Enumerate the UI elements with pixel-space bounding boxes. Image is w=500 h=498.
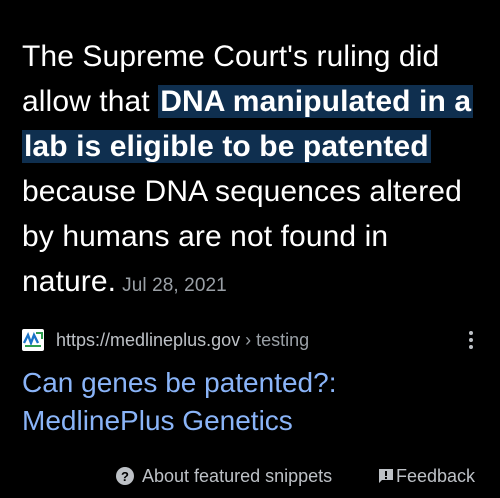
source-url: https://medlineplus.gov xyxy=(56,329,241,350)
source-row: https://medlineplus.gov › testing xyxy=(22,328,482,352)
source-breadcrumb: › testing xyxy=(240,329,310,350)
result-title-line1: Can genes be patented?: xyxy=(22,367,337,398)
snippet-text: The Supreme Court's ruling did allow tha… xyxy=(22,34,482,308)
feedback-icon xyxy=(378,468,394,484)
about-label: About featured snippets xyxy=(142,465,333,486)
snippet-footer: ? About featured snippets Feedback xyxy=(0,462,500,490)
medlineplus-icon xyxy=(22,329,44,351)
feedback-label: Feedback xyxy=(396,465,476,486)
snippet-date: Jul 28, 2021 xyxy=(122,275,227,296)
help-circle-icon: ? xyxy=(116,467,134,485)
featured-snippet-card: The Supreme Court's ruling did allow tha… xyxy=(0,0,500,498)
source-url-link[interactable]: https://medlineplus.gov › testing xyxy=(56,330,309,351)
result-title-link[interactable]: Can genes be patented?: MedlinePlus Gene… xyxy=(22,364,482,440)
result-title-line2: MedlinePlus Genetics xyxy=(22,405,293,436)
feedback-button[interactable]: Feedback xyxy=(378,466,475,487)
more-vert-icon[interactable] xyxy=(466,328,476,352)
snippet-text-after: because DNA sequences altered by humans … xyxy=(22,175,462,298)
about-featured-snippets-button[interactable]: ? About featured snippets xyxy=(116,466,332,487)
